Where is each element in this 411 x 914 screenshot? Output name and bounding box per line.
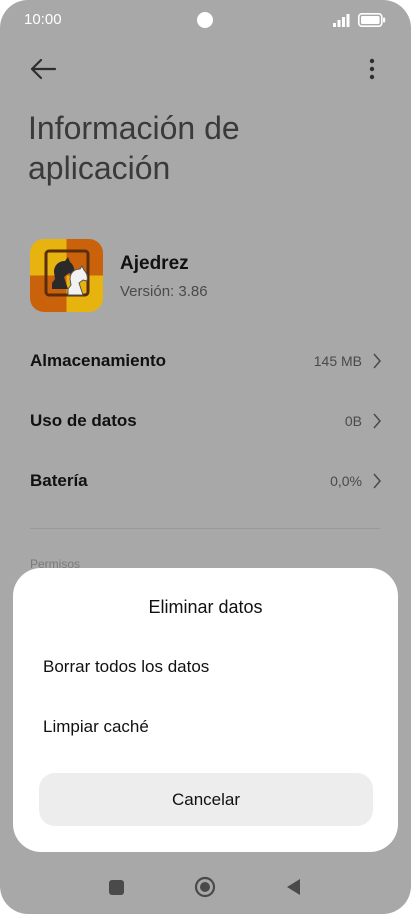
delete-data-sheet: Eliminar datos Borrar todos los datos Li… [13,568,398,852]
storage-label: Almacenamiento [30,351,167,370]
app-name: Ajedrez [120,253,189,274]
recents-icon[interactable] [109,880,124,895]
more-vertical-icon[interactable] [362,56,382,82]
storage-row[interactable]: Almacenamiento 145 MB [30,347,382,377]
chevron-right-icon [373,353,381,369]
status-time: 10:00 [24,11,62,28]
app-version: Versión: 3.86 [120,283,208,300]
battery-label: Batería [30,471,88,490]
signal-icon [333,14,350,27]
cancel-button[interactable]: Cancelar [39,773,373,826]
camera-cutout [197,12,213,28]
back-arrow-icon[interactable] [28,56,58,82]
chevron-right-icon [373,413,381,429]
clear-all-data-option[interactable]: Borrar todos los datos [43,657,209,677]
data-usage-row[interactable]: Uso de datos 0B [30,407,382,437]
page-title: Información de aplicación [28,110,240,186]
status-bar: 10:00 [0,0,411,40]
back-icon[interactable] [284,877,302,897]
storage-value: 145 MB [313,353,362,369]
chess-app-icon[interactable] [30,239,103,312]
navigation-bar [0,862,411,910]
home-icon[interactable] [194,876,216,898]
clear-cache-option[interactable]: Limpiar caché [43,717,149,737]
battery-icon [358,13,386,27]
data-usage-value: 0B [344,413,362,429]
chevron-right-icon [373,473,381,489]
battery-row[interactable]: Batería 0,0% [30,467,382,497]
data-usage-label: Uso de datos [30,411,137,430]
phone-screen: 10:00 Información de aplicación Ajedrez … [0,0,411,914]
section-divider [30,528,380,529]
sheet-title: Eliminar datos [148,597,263,617]
battery-value: 0,0% [330,473,362,489]
